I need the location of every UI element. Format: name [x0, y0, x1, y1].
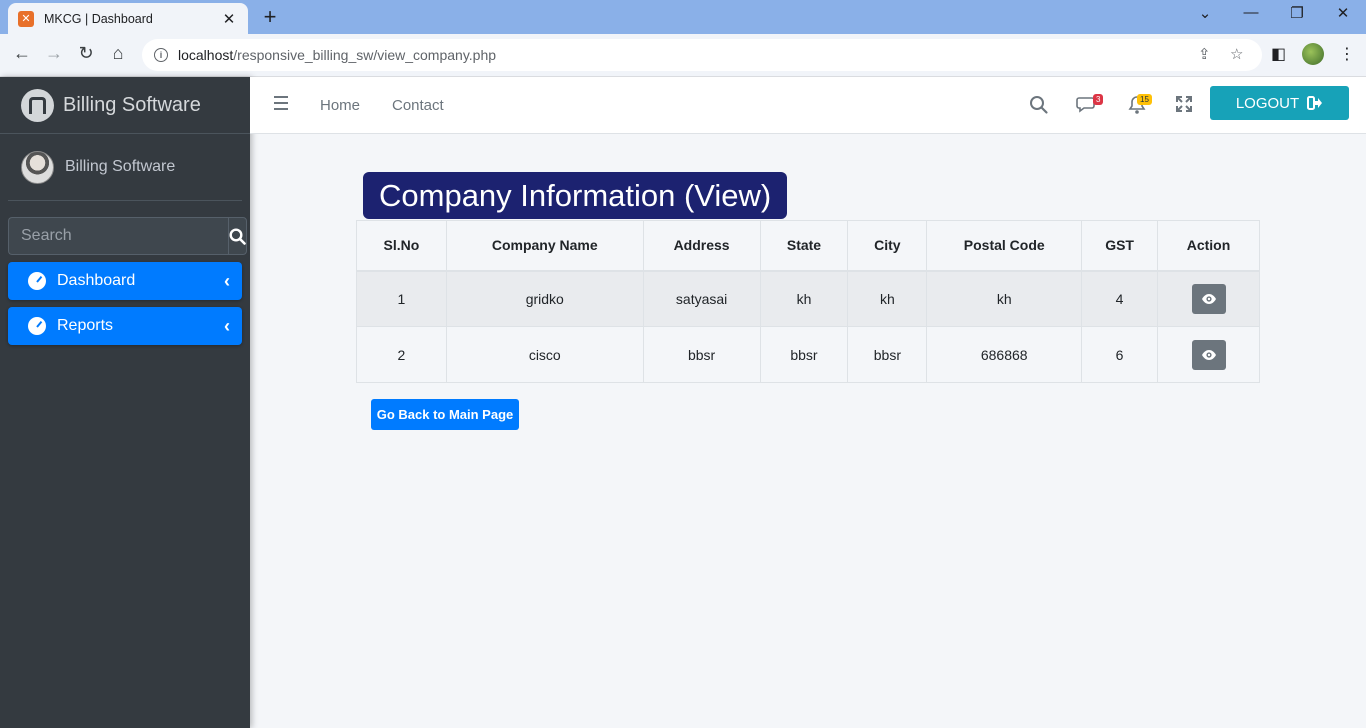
tab-close-icon[interactable]: ✕ [220, 10, 238, 28]
tachometer-icon [28, 272, 46, 290]
messages-badge: 3 [1093, 94, 1104, 105]
hamburger-menu-icon[interactable] [274, 96, 288, 110]
forward-arrow-icon[interactable]: → [41, 43, 67, 64]
restore-button[interactable]: ❐ [1277, 4, 1317, 22]
chevron-left-icon: ‹ [224, 315, 230, 336]
sidebar-item-dashboard[interactable]: Dashboard ‹ [8, 262, 242, 300]
table-cell: cisco [445, 326, 644, 383]
sidebar-search [8, 217, 247, 255]
sign-out-icon [1307, 96, 1323, 110]
notifications-bell-icon[interactable]: 15 [1127, 94, 1152, 117]
table-cell: bbsr [642, 326, 761, 383]
fullscreen-expand-icon[interactable] [1175, 95, 1197, 117]
url-text: localhost/responsive_billing_sw/view_com… [178, 47, 497, 63]
logout-button[interactable]: LOGOUT [1210, 86, 1349, 120]
company-table: Sl.No Company Name Address State City Po… [356, 220, 1260, 383]
table-row: 2 cisco bbsr bbsr bbsr 686868 6 [356, 326, 1260, 383]
sidebar-search-input[interactable] [8, 217, 228, 255]
back-arrow-icon[interactable]: ← [9, 43, 35, 64]
table-cell: 4 [1081, 270, 1159, 327]
tachometer-icon [28, 317, 46, 335]
table-cell: kh [926, 270, 1083, 327]
column-header: Sl.No [356, 220, 447, 272]
column-header: Company Name [445, 220, 644, 272]
column-header: Address [642, 220, 761, 272]
go-back-button[interactable]: Go Back to Main Page [371, 399, 519, 430]
menu-kebab-icon[interactable]: ⋮ [1339, 44, 1355, 64]
eye-icon [1201, 349, 1216, 360]
column-header: Action [1157, 220, 1260, 272]
sidebar-item-reports[interactable]: Reports ‹ [8, 307, 242, 345]
table-cell: bbsr [847, 326, 928, 383]
close-window-button[interactable]: ✕ [1323, 4, 1363, 22]
brand-text: Billing Software [63, 93, 201, 116]
messages-icon[interactable]: 3 [1076, 94, 1104, 117]
brand-link[interactable]: Billing Software [0, 77, 250, 134]
search-icon[interactable] [228, 217, 247, 255]
table-cell: kh [759, 270, 849, 327]
user-avatar [21, 150, 54, 184]
action-cell [1157, 270, 1260, 327]
browser-tab-bar: ✕ MKCG | Dashboard ✕ + ⌄ — ❐ ✕ [0, 0, 1366, 34]
column-header: State [759, 220, 849, 272]
browser-toolbar: ← → ↻ ⌂ i localhost/responsive_billing_s… [0, 34, 1366, 77]
notifications-badge: 15 [1137, 94, 1152, 105]
chevron-left-icon: ‹ [224, 270, 230, 291]
sidebar: Billing Software Billing Software Dashbo… [0, 77, 250, 728]
new-tab-button[interactable]: + [258, 4, 282, 30]
xampp-favicon-icon: ✕ [18, 10, 34, 27]
bookmark-star-icon[interactable]: ☆ [1230, 45, 1243, 63]
sidebar-item-label: Reports [57, 317, 114, 334]
sidebar-item-label: Dashboard [57, 272, 136, 289]
eye-icon [1201, 293, 1216, 304]
logout-label: LOGOUT [1235, 94, 1300, 112]
share-icon[interactable]: ⇪ [1198, 45, 1211, 63]
table-cell: 2 [356, 326, 447, 383]
user-name-link[interactable]: Billing Software [65, 158, 175, 176]
view-button[interactable] [1191, 283, 1226, 314]
column-header: City [847, 220, 928, 272]
minimize-button[interactable]: — [1231, 4, 1271, 21]
tab-title: MKCG | Dashboard [44, 11, 153, 26]
table-cell: 686868 [926, 326, 1083, 383]
side-panel-icon[interactable]: ◧ [1271, 44, 1286, 64]
user-panel: Billing Software [8, 134, 242, 201]
top-navbar: Home Contact 3 15 LOGOUT [250, 77, 1366, 134]
home-icon[interactable]: ⌂ [105, 43, 131, 64]
action-cell [1157, 326, 1260, 383]
browser-tab[interactable]: ✕ MKCG | Dashboard ✕ [8, 3, 248, 34]
table-cell: kh [847, 270, 928, 327]
table-cell: 1 [356, 270, 447, 327]
table-row: 1 gridko satyasai kh kh kh 4 [356, 270, 1260, 327]
table-header-row: Sl.No Company Name Address State City Po… [356, 220, 1260, 272]
view-button[interactable] [1191, 339, 1226, 370]
table-cell: gridko [445, 270, 644, 327]
address-bar[interactable]: i localhost/responsive_billing_sw/view_c… [142, 39, 1262, 71]
site-info-icon[interactable]: i [154, 48, 168, 62]
table-cell: satyasai [642, 270, 761, 327]
nav-link-home[interactable]: Home [320, 97, 360, 114]
page-title: Company Information (View) [363, 172, 788, 219]
nav-link-contact[interactable]: Contact [392, 97, 444, 114]
navbar-search-icon[interactable] [1029, 95, 1051, 117]
profile-avatar[interactable] [1302, 43, 1324, 65]
table-cell: bbsr [759, 326, 849, 383]
column-header: Postal Code [926, 220, 1083, 272]
reload-icon[interactable]: ↻ [73, 43, 99, 64]
column-header: GST [1081, 220, 1159, 272]
table-cell: 6 [1081, 326, 1159, 383]
tab-search-icon[interactable]: ⌄ [1185, 4, 1225, 22]
brand-logo-icon [21, 88, 54, 122]
